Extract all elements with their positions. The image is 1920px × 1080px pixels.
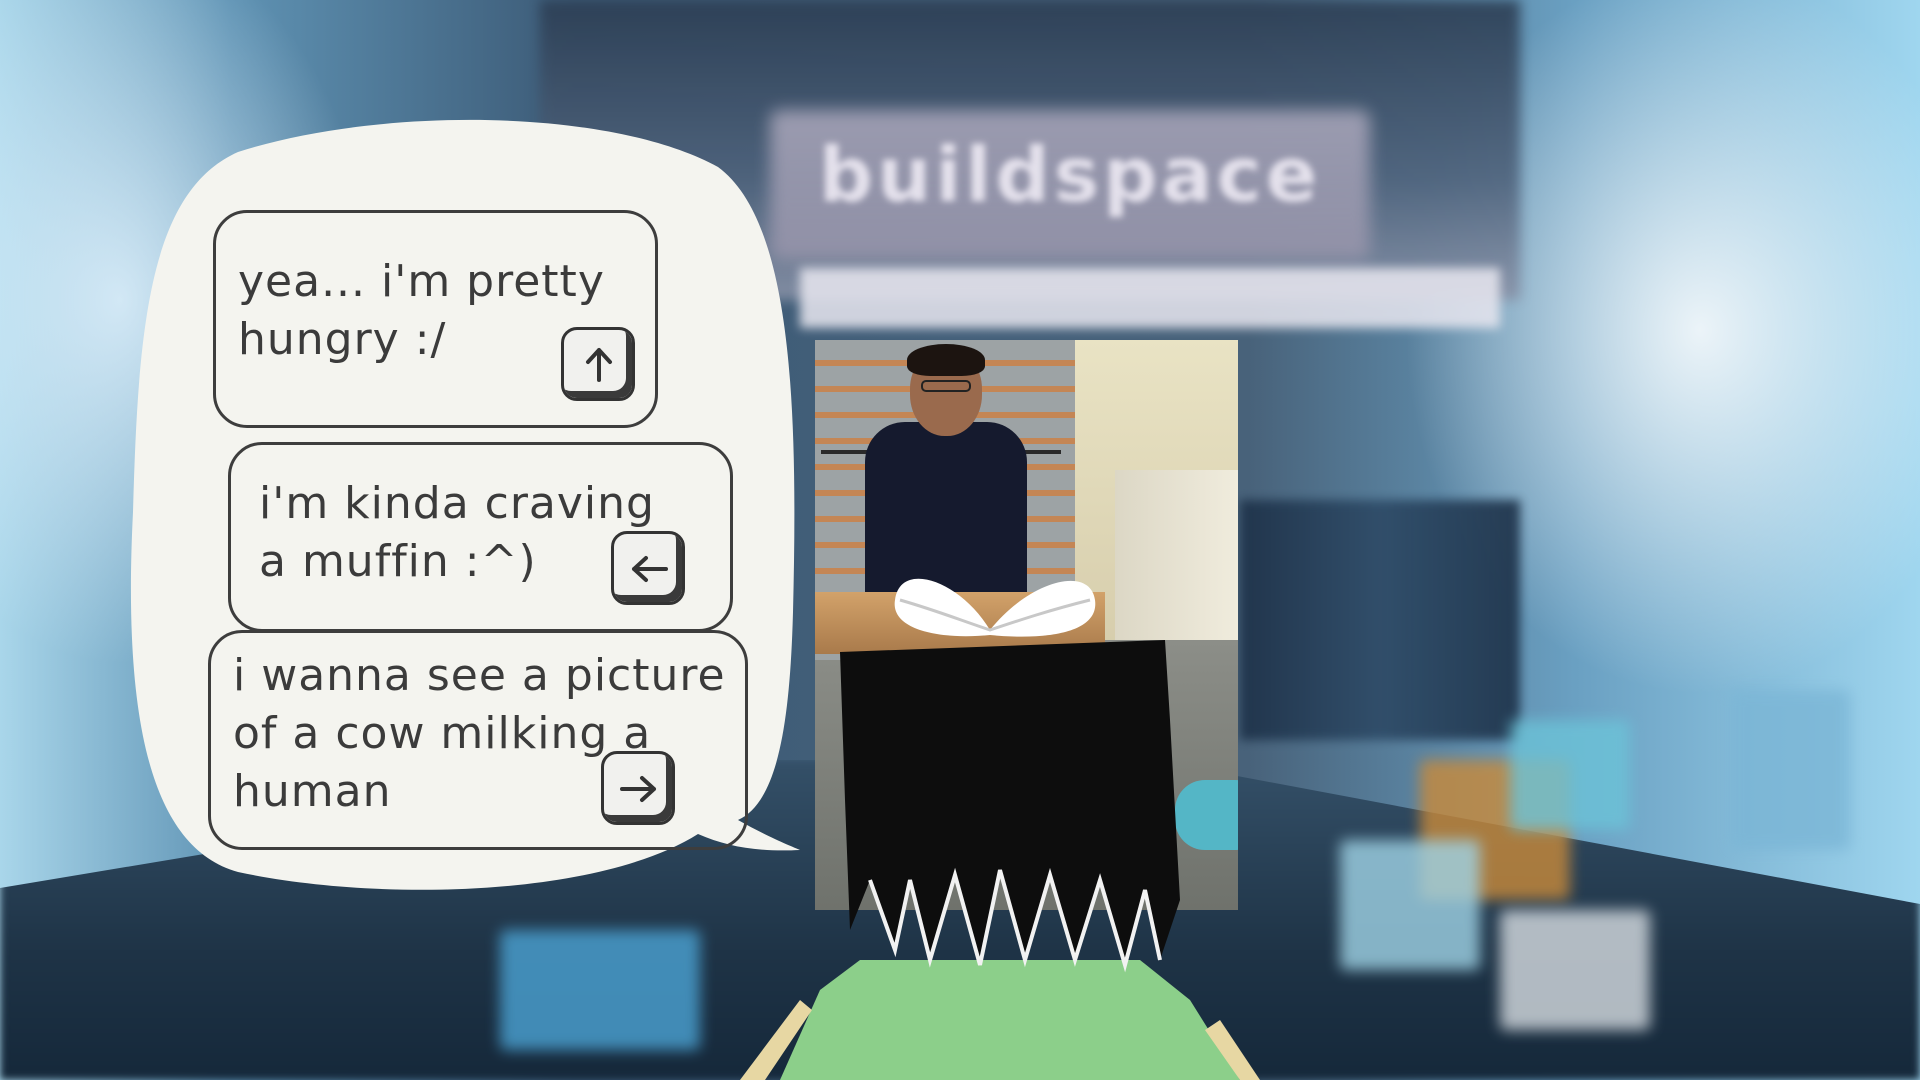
background-beam xyxy=(800,268,1500,328)
background-box xyxy=(1510,720,1630,830)
background-box xyxy=(500,930,700,1050)
background-box xyxy=(1340,840,1480,970)
dialogue-option-1[interactable]: yea... i'm pretty hungry :/ xyxy=(213,210,658,428)
photo-person-hair xyxy=(907,344,985,376)
dialogue-bubble: yea... i'm pretty hungry :/ i'm kinda cr… xyxy=(128,112,803,902)
background-panels xyxy=(1240,500,1520,740)
photo-toy-car xyxy=(1175,780,1238,850)
game-scene: buildspace yea... i'm pretty hungry:/ i… xyxy=(0,0,1920,1080)
arrow-right-key-icon xyxy=(601,751,675,825)
dialogue-option-3[interactable]: i wanna see a picture of a cow milking a… xyxy=(208,630,748,850)
photo-desk xyxy=(815,592,1105,654)
dialogue-option-1-text: yea... i'm pretty hungry :/ xyxy=(238,256,605,365)
background-box xyxy=(1730,690,1850,850)
photo-person-glasses xyxy=(921,380,971,392)
arrow-left-key-icon xyxy=(611,531,685,605)
background-box xyxy=(1500,910,1650,1030)
photo-card xyxy=(815,340,1238,910)
dialogue-option-2-text: i'm kinda craving a muffin :^) xyxy=(259,478,655,587)
background-sign-text: buildspace xyxy=(818,130,1322,219)
arrow-up-key-icon xyxy=(561,327,635,401)
dialogue-option-2[interactable]: i'm kinda craving a muffin :^) xyxy=(228,442,733,632)
photo-floor xyxy=(815,640,1238,910)
